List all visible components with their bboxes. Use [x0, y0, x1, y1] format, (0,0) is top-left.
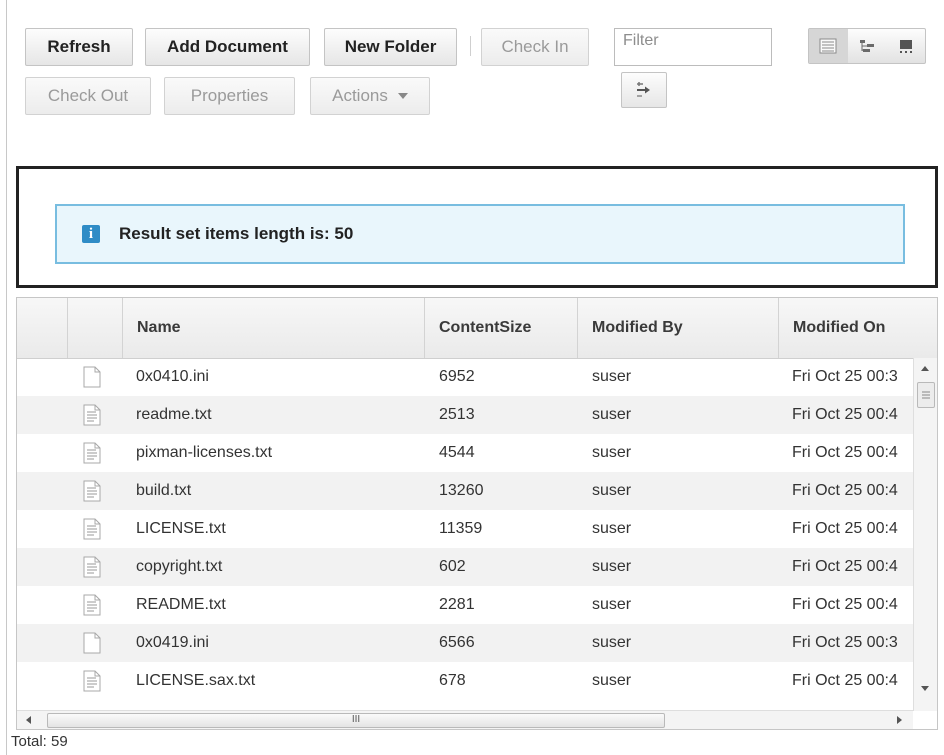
cell-name: build.txt	[136, 482, 192, 499]
cell-contentsize: 6952	[439, 368, 475, 385]
table-row[interactable]: LICENSE.txt 11359 suser Fri Oct 25 00:4	[17, 510, 913, 548]
grip-icon	[922, 391, 930, 399]
filter-input[interactable]	[614, 28, 772, 66]
tree-view-button[interactable]	[848, 29, 887, 63]
cell-contentsize: 13260	[439, 482, 484, 499]
text-file-icon	[83, 556, 101, 583]
cell-name: README.txt	[136, 596, 226, 613]
column-header-name[interactable]: Name	[123, 298, 425, 358]
actions-label: Actions	[332, 86, 388, 105]
text-file-icon	[83, 480, 101, 507]
cell-modified-on: Fri Oct 25 00:4	[792, 520, 898, 537]
grid-header: Name ContentSize Modified By Modified On	[17, 298, 937, 359]
cell-modified-by: suser	[592, 444, 632, 461]
message-panel: i Result set items length is: 50	[16, 166, 938, 288]
column-header-icon[interactable]	[68, 298, 123, 358]
cell-modified-on: Fri Oct 25 00:3	[792, 368, 898, 385]
scroll-up-icon[interactable]	[921, 366, 929, 371]
blank-file-icon	[83, 632, 101, 659]
cell-modified-by: suser	[592, 558, 632, 575]
properties-button[interactable]: Properties	[164, 77, 295, 115]
text-file-icon	[83, 442, 101, 469]
chevron-down-icon	[397, 93, 408, 99]
table-row[interactable]: pixman-licenses.txt 4544 suser Fri Oct 25 0…	[17, 434, 913, 472]
scroll-down-icon[interactable]	[921, 686, 929, 691]
apply-filter-button[interactable]	[621, 72, 667, 108]
column-header-modified-on[interactable]: Modified On	[779, 298, 937, 358]
thumbnail-view-button[interactable]	[886, 29, 925, 63]
vertical-scrollbar[interactable]	[913, 358, 937, 711]
cell-name: 0x0410.ini	[136, 368, 209, 385]
horizontal-scrollbar[interactable]: III	[17, 710, 913, 729]
cell-modified-by: suser	[592, 634, 632, 651]
cell-contentsize: 6566	[439, 634, 475, 651]
table-row[interactable]: 0x0419.ini 6566 suser Fri Oct 25 00:3	[17, 624, 913, 662]
cell-modified-by: suser	[592, 368, 632, 385]
cell-contentsize: 602	[439, 558, 466, 575]
add-document-button[interactable]: Add Document	[145, 28, 310, 66]
info-message-text: Result set items length is: 50	[119, 224, 354, 243]
cell-modified-by: suser	[592, 406, 632, 423]
column-header-contentsize[interactable]: ContentSize	[425, 298, 578, 358]
cell-name: LICENSE.sax.txt	[136, 672, 256, 689]
cell-contentsize: 4544	[439, 444, 475, 461]
cell-contentsize: 11359	[439, 520, 483, 537]
cell-modified-by: suser	[592, 482, 632, 499]
table-row[interactable]: README.txt 2281 suser Fri Oct 25 00:4	[17, 586, 913, 624]
vertical-scroll-thumb[interactable]	[917, 382, 935, 408]
cell-modified-by: suser	[592, 520, 632, 537]
cell-modified-on: Fri Oct 25 00:4	[792, 444, 898, 461]
cell-name: LICENSE.txt	[136, 520, 226, 537]
table-row[interactable]: copyright.txt 602 suser Fri Oct 25 00:4	[17, 548, 913, 586]
cell-name: copyright.txt	[136, 558, 223, 575]
refresh-button[interactable]: Refresh	[25, 28, 133, 66]
table-row[interactable]: readme.txt 2513 suser Fri Oct 25 00:4	[17, 396, 913, 434]
cell-name: 0x0419.ini	[136, 634, 209, 651]
thumbnail-view-icon	[899, 40, 912, 53]
total-count: Total: 59	[11, 733, 68, 750]
cell-modified-on: Fri Oct 25 00:4	[792, 596, 898, 613]
column-header-select[interactable]	[17, 298, 68, 358]
info-message: i Result set items length is: 50	[55, 204, 905, 264]
new-folder-button[interactable]: New Folder	[324, 28, 457, 66]
blank-file-icon	[83, 366, 101, 393]
table-row[interactable]: 0x0410.ini 6952 suser Fri Oct 25 00:3	[17, 358, 913, 396]
text-file-icon	[83, 404, 101, 431]
cell-name: readme.txt	[136, 406, 212, 423]
text-file-icon	[83, 594, 101, 621]
cell-contentsize: 2513	[439, 406, 475, 423]
details-view-icon	[819, 38, 837, 54]
cell-modified-by: suser	[592, 672, 632, 689]
cell-contentsize: 678	[439, 672, 466, 689]
info-icon: i	[82, 225, 100, 243]
table-row[interactable]: build.txt 13260 suser Fri Oct 25 00:4	[17, 472, 913, 510]
scroll-right-icon[interactable]	[897, 716, 902, 724]
cell-modified-on: Fri Oct 25 00:4	[792, 482, 898, 499]
column-header-modified-by[interactable]: Modified By	[578, 298, 779, 358]
scroll-left-icon[interactable]	[26, 716, 31, 724]
text-file-icon	[83, 670, 101, 697]
cell-modified-on: Fri Oct 25 00:4	[792, 672, 898, 689]
cell-modified-by: suser	[592, 596, 632, 613]
cell-modified-on: Fri Oct 25 00:3	[792, 634, 898, 651]
tree-view-icon	[860, 40, 874, 52]
check-out-button[interactable]: Check Out	[25, 77, 151, 115]
view-mode-switcher	[808, 28, 926, 64]
cell-modified-on: Fri Oct 25 00:4	[792, 558, 898, 575]
table-row[interactable]: LICENSE.sax.txt 678 suser Fri Oct 25 00:4	[17, 662, 913, 700]
check-in-button[interactable]: Check In	[481, 28, 589, 66]
details-view-button[interactable]	[809, 29, 848, 63]
filter-arrows-icon	[637, 82, 650, 97]
cell-modified-on: Fri Oct 25 00:4	[792, 406, 898, 423]
text-file-icon	[83, 518, 101, 545]
cell-name: pixman-licenses.txt	[136, 444, 273, 461]
toolbar-divider	[470, 36, 471, 56]
document-grid: Name ContentSize Modified By Modified On…	[16, 297, 938, 730]
actions-dropdown[interactable]: Actions	[310, 77, 430, 115]
cell-contentsize: 2281	[439, 596, 475, 613]
horizontal-scroll-thumb[interactable]: III	[47, 713, 665, 728]
